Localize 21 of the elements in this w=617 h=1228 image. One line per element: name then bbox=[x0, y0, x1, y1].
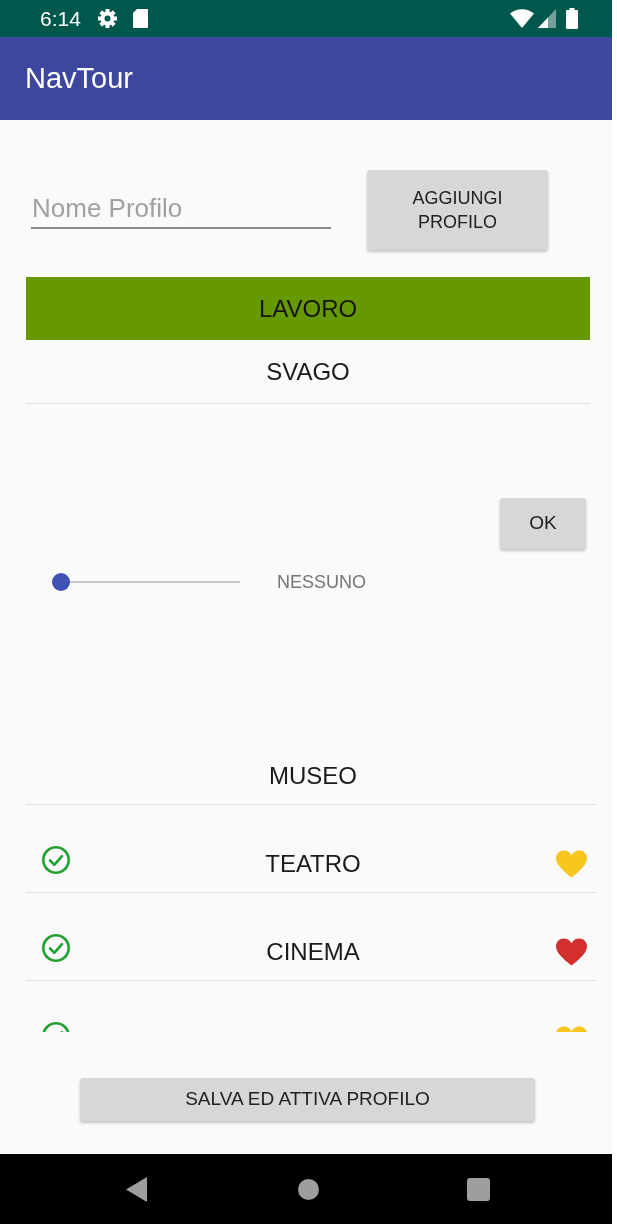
place-label[interactable]: TEATRO bbox=[265, 846, 361, 882]
signal-icon bbox=[538, 9, 556, 28]
app-title: NavTour bbox=[25, 64, 133, 93]
slider-value-label: NESSUNO bbox=[277, 573, 366, 591]
battery-icon bbox=[566, 8, 578, 29]
status-time: 6:14 bbox=[40, 8, 81, 29]
recents-icon[interactable] bbox=[467, 1177, 490, 1201]
sd-card-icon bbox=[132, 9, 148, 28]
profile-item[interactable]: SVAGO bbox=[26, 340, 590, 404]
profile-item[interactable]: LAVORO bbox=[26, 277, 590, 340]
back-icon[interactable] bbox=[126, 1176, 147, 1202]
ok-button[interactable]: OK bbox=[500, 498, 586, 549]
wifi-icon bbox=[510, 9, 534, 28]
slider-thumb[interactable] bbox=[52, 573, 70, 591]
add-profile-button[interactable]: AGGIUNGI PROFILO bbox=[367, 170, 548, 250]
home-icon[interactable] bbox=[298, 1178, 319, 1200]
profile-name-field[interactable]: Nome Profilo bbox=[31, 189, 331, 229]
place-label[interactable]: CINEMA bbox=[266, 934, 360, 970]
gear-icon bbox=[97, 9, 117, 28]
save-profile-button[interactable]: SALVA ED ATTIVA PROFILO bbox=[80, 1078, 535, 1121]
place-label[interactable]: MUSEO bbox=[269, 758, 357, 794]
